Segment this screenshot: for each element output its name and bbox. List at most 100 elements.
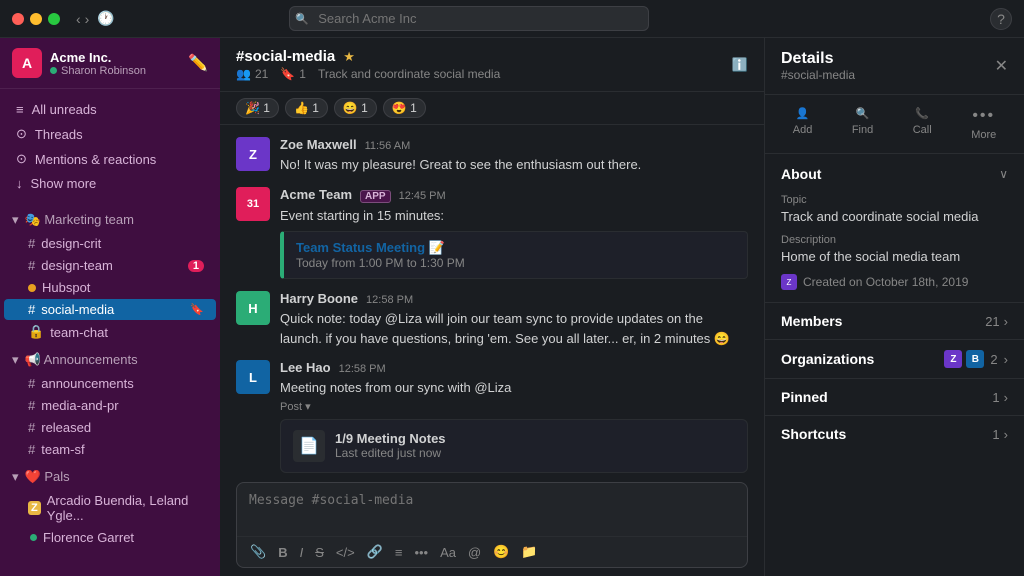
members-row[interactable]: Members 21 › xyxy=(765,303,1024,340)
channel-title: #social-media ★ xyxy=(236,48,500,65)
hash-icon: # xyxy=(28,398,35,413)
pinned-count: 1 › xyxy=(992,390,1008,405)
announcements-section-header[interactable]: ▾ 📢 Announcements xyxy=(0,348,220,372)
workspace-name[interactable]: Acme Inc. xyxy=(50,50,146,65)
more-formatting-button[interactable]: ••• xyxy=(409,542,433,563)
sidebar-dm-arcadio[interactable]: Z Arcadio Buendia, Leland Ygle... xyxy=(4,490,216,526)
reaction-smile[interactable]: 😄 1 xyxy=(334,98,377,118)
forward-arrow[interactable]: › xyxy=(85,11,90,27)
message-text: Quick note: today @Liza will join our te… xyxy=(280,309,748,348)
channel-item-released[interactable]: # released xyxy=(4,417,216,438)
topic-field: Topic Track and coordinate social media xyxy=(781,194,1008,224)
notes-card[interactable]: 📄 1/9 Meeting Notes Last edited just now xyxy=(280,419,748,473)
pinned-label: Pinned xyxy=(781,389,828,405)
lock-icon: 🔒 xyxy=(28,324,44,340)
find-button[interactable]: 🔍 Find xyxy=(852,107,873,141)
marketing-section-header[interactable]: ▾ 🎭 Marketing team xyxy=(0,208,220,232)
message-content: Acme Team APP 12:45 PM Event starting in… xyxy=(280,187,748,280)
message-toolbar: 📎 B I S </> 🔗 ≡ ••• Aa @ 😊 📁 xyxy=(237,536,747,567)
message-time: 11:56 AM xyxy=(365,140,411,152)
hash-icon: # xyxy=(28,236,35,251)
pinned-row[interactable]: Pinned 1 › xyxy=(765,379,1024,416)
sidebar-item-showmore[interactable]: ↓ Show more xyxy=(4,172,216,195)
call-button[interactable]: 📞 Call xyxy=(913,107,932,141)
text-size-button[interactable]: Aa xyxy=(435,542,461,563)
shortcuts-row[interactable]: Shortcuts 1 › xyxy=(765,416,1024,452)
organizations-row[interactable]: Organizations Z B 2 › xyxy=(765,340,1024,379)
threads-icon: ⊙ xyxy=(16,126,27,142)
more-actions-button[interactable]: ••• More xyxy=(971,107,996,141)
topic-label: Topic xyxy=(781,194,1008,206)
history-icon[interactable]: 🕐 xyxy=(97,10,114,27)
channel-item-design-crit[interactable]: # design-crit xyxy=(4,233,216,254)
channel-item-announcements[interactable]: # announcements xyxy=(4,373,216,394)
about-toggle[interactable]: About ∨ xyxy=(765,154,1024,194)
event-time: Today from 1:00 PM to 1:30 PM xyxy=(296,256,735,270)
link-button[interactable]: 🔗 xyxy=(362,541,388,563)
italic-button[interactable]: I xyxy=(295,542,309,563)
minimize-traffic-light[interactable] xyxy=(30,13,42,25)
nav-arrows: ‹ › xyxy=(76,11,89,27)
message-text: Event starting in 15 minutes: xyxy=(280,206,748,226)
sidebar-item-unreads[interactable]: ≡ All unreads xyxy=(4,98,216,121)
table-row: H Harry Boone 12:58 PM Quick note: today… xyxy=(236,291,748,348)
bold-button[interactable]: B xyxy=(273,542,292,563)
channel-item-team-chat[interactable]: 🔒 team-chat xyxy=(4,321,216,343)
announcements-section: ▾ 📢 Announcements # announcements # medi… xyxy=(0,348,220,461)
maximize-traffic-light[interactable] xyxy=(48,13,60,25)
file-button[interactable]: 📁 xyxy=(516,541,542,563)
channel-item-hubspot[interactable]: Hubspot xyxy=(4,277,216,298)
details-actions: 👤 Add 🔍 Find 📞 Call ••• More xyxy=(765,95,1024,154)
channel-item-media-pr[interactable]: # media-and-pr xyxy=(4,395,216,416)
info-icon[interactable]: ℹ️ xyxy=(732,57,748,73)
help-icon[interactable]: ? xyxy=(990,8,1012,30)
details-title: Details xyxy=(781,50,855,68)
hash-icon: # xyxy=(28,376,35,391)
avatar: 31 xyxy=(236,187,270,221)
avatar: L xyxy=(236,360,270,394)
post-label[interactable]: Post ▾ xyxy=(280,401,311,413)
pals-section-header[interactable]: ▾ ❤️ Pals xyxy=(0,465,220,489)
strikethrough-button[interactable]: S xyxy=(310,542,329,563)
reaction-heart-eyes[interactable]: 😍 1 xyxy=(383,98,426,118)
description-field: Description Home of the social media tea… xyxy=(781,234,1008,264)
back-arrow[interactable]: ‹ xyxy=(76,11,81,27)
marketing-section: ▾ 🎭 Marketing team # design-crit # desig… xyxy=(0,208,220,344)
created-date: Created on October 18th, 2019 xyxy=(803,275,968,289)
channel-item-team-sf[interactable]: # team-sf xyxy=(4,439,216,460)
bookmarks-meta: 🔖 1 xyxy=(280,67,306,81)
about-label: About xyxy=(781,166,821,182)
add-member-button[interactable]: 👤 Add xyxy=(793,107,813,141)
workspace-avatar: A xyxy=(12,48,42,78)
message-author: Acme Team xyxy=(280,187,352,202)
sidebar-dm-florence[interactable]: Florence Garret xyxy=(4,527,216,548)
emoji-button[interactable]: 😊 xyxy=(488,541,514,563)
attach-button[interactable]: 📎 xyxy=(245,541,271,563)
reaction-party[interactable]: 🎉 1 xyxy=(236,98,279,118)
reaction-thumbsup[interactable]: 👍 1 xyxy=(285,98,328,118)
sidebar-item-mentions[interactable]: ⊙ Mentions & reactions xyxy=(4,147,216,171)
org-badges: Z B xyxy=(944,350,984,368)
chat-header: #social-media ★ 👥 21 🔖 1 Track and coord… xyxy=(220,38,764,92)
search-input[interactable] xyxy=(289,6,649,31)
message-input[interactable] xyxy=(237,483,747,533)
compose-icon[interactable]: ✏️ xyxy=(188,53,208,73)
channel-item-social-media[interactable]: # social-media 🔖 xyxy=(4,299,216,320)
sidebar-item-threads[interactable]: ⊙ Threads xyxy=(4,122,216,146)
more-icon: ••• xyxy=(972,107,995,125)
close-details-button[interactable]: ✕ xyxy=(995,56,1008,76)
announcements-chevron: ▾ xyxy=(12,352,19,368)
mention-button[interactable]: @ xyxy=(463,542,486,563)
about-chevron: ∨ xyxy=(999,167,1008,181)
star-icon[interactable]: ★ xyxy=(343,49,355,65)
hash-icon: # xyxy=(28,302,35,317)
channel-item-design-team[interactable]: # design-team 1 xyxy=(4,255,216,276)
close-traffic-light[interactable] xyxy=(12,13,24,25)
event-title[interactable]: Team Status Meeting 📝 xyxy=(296,240,735,256)
avatar: H xyxy=(236,291,270,325)
hubspot-dot xyxy=(28,284,36,292)
code-button[interactable]: </> xyxy=(331,542,360,563)
avatar: Z xyxy=(236,137,270,171)
list-button[interactable]: ≡ xyxy=(390,542,408,563)
message-author: Lee Hao xyxy=(280,360,331,375)
